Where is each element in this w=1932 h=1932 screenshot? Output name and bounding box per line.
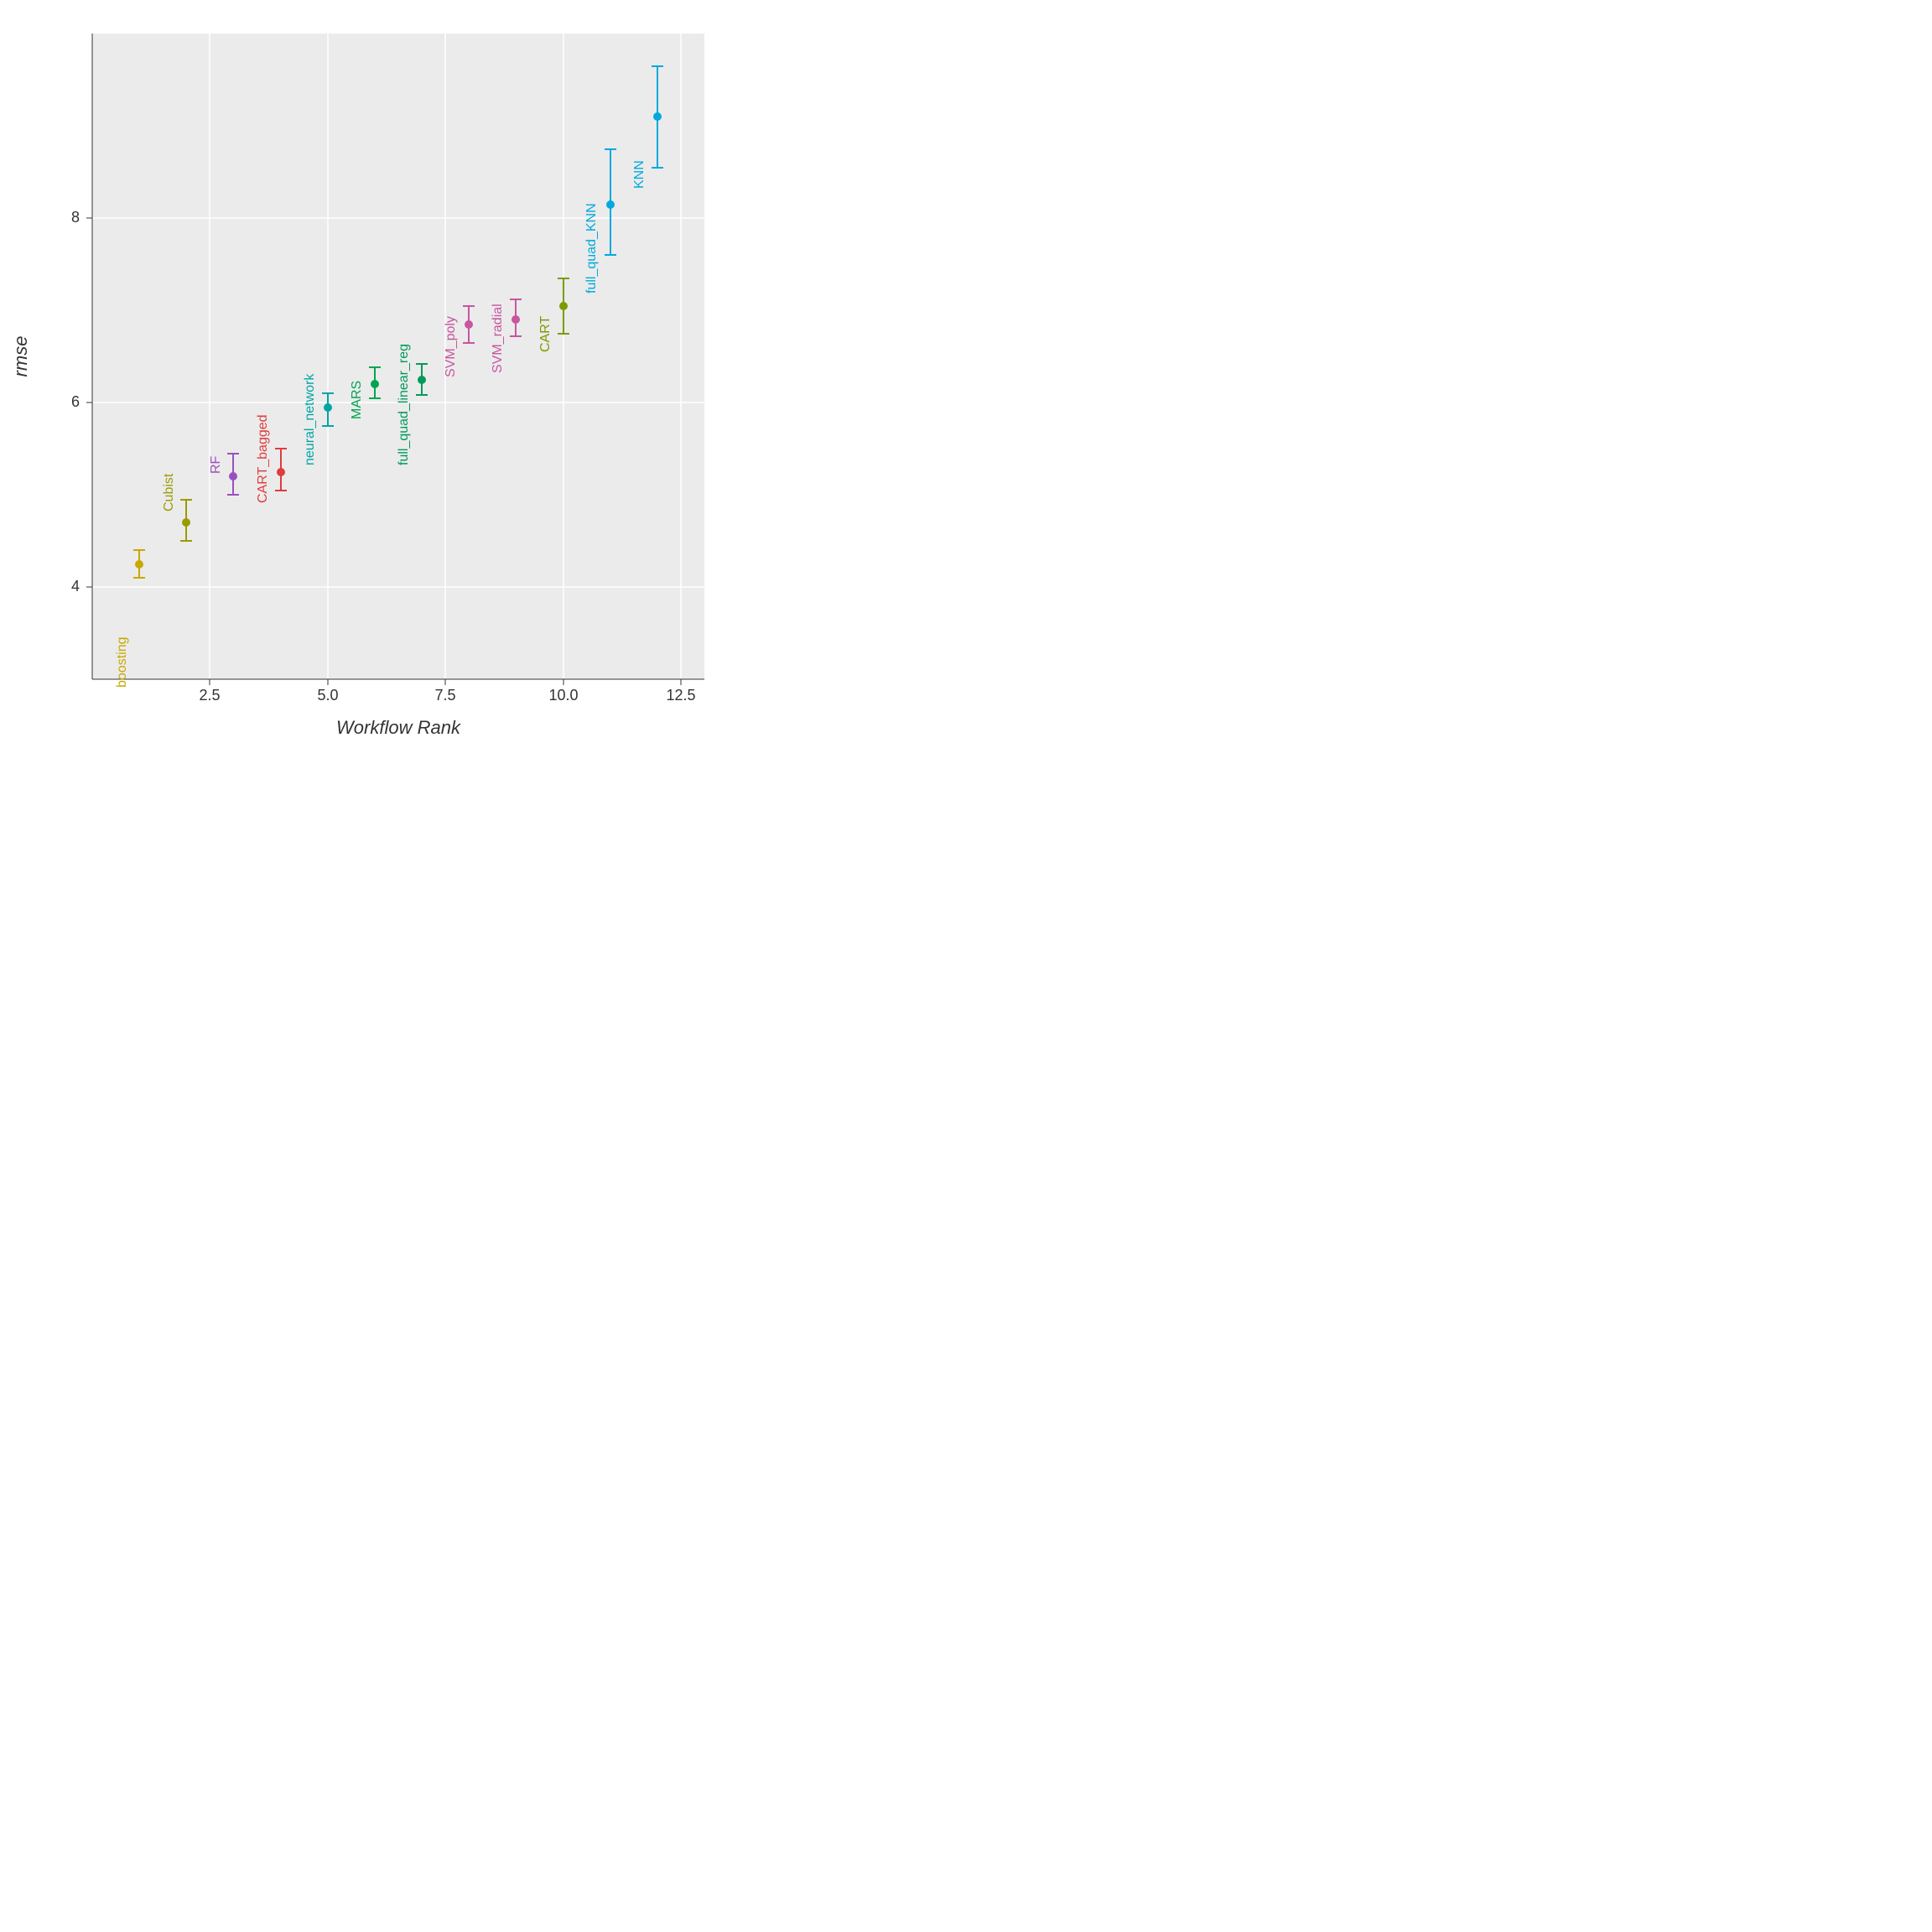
label-neural: neural_network [303,373,317,465]
point-mars [371,380,379,388]
point-rf [229,472,237,480]
label-cart: CART [538,316,553,352]
point-svm-radial [512,315,520,324]
x-tick-label-3: 7.5 [434,687,455,704]
point-full-quad-knn [606,200,615,209]
point-cubist [182,518,190,527]
label-cart-bagged: CART_bagged [256,414,270,503]
x-tick-label-2: 5.0 [317,687,338,704]
point-boosting [135,560,143,569]
label-knn: KNN [632,160,647,189]
label-full-quad-lin: full_quad_linear_reg [397,344,411,465]
y-tick-label-1: 4 [71,578,80,595]
label-boosting: boosting [115,637,129,688]
label-svm-radial: SVM_radial [491,304,505,373]
y-tick-label-3: 8 [71,209,80,226]
point-knn [653,112,662,121]
label-rf: RF [209,455,223,474]
label-cubist: Cubist [162,473,176,512]
x-tick-label-4: 10.0 [548,687,578,704]
point-svm-poly [465,320,473,329]
y-axis-label: rmse [10,336,31,377]
chart-container: 2.5 5.0 7.5 10.0 12.5 4 6 8 Workflow Ran… [8,8,746,746]
point-cart-bagged [277,468,285,476]
x-tick-label-1: 2.5 [199,687,220,704]
scatter-plot: 2.5 5.0 7.5 10.0 12.5 4 6 8 Workflow Ran… [8,8,746,746]
point-full-quad-lin [418,376,426,384]
x-axis-label: Workflow Rank [336,717,461,738]
point-neural [324,403,332,412]
point-cart [559,302,568,310]
label-svm-poly: SVM_poly [444,316,458,377]
label-full-quad-knn: full_quad_KNN [584,203,599,293]
x-tick-label-5: 12.5 [666,687,695,704]
y-tick-label-2: 6 [71,393,80,410]
label-mars: MARS [350,381,364,419]
